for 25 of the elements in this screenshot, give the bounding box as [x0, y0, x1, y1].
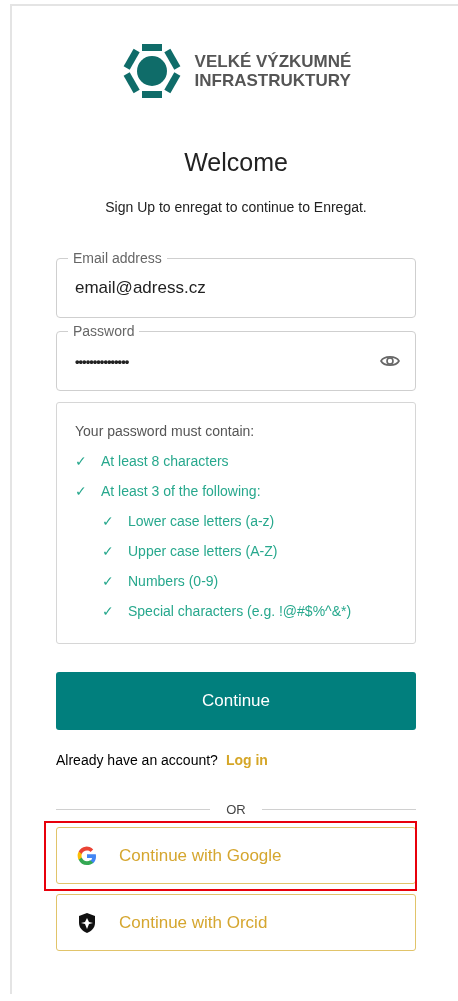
requirement-text: Lower case letters (a-z) — [128, 513, 275, 529]
requirement-text: At least 8 characters — [101, 453, 229, 469]
divider-label: OR — [226, 802, 246, 817]
requirement-text: Special characters (e.g. !@#$%^&*) — [128, 603, 352, 619]
google-icon — [77, 845, 97, 866]
check-mark: ✓ — [102, 603, 114, 619]
requirement-text: At least 3 of the following: — [101, 483, 261, 499]
page-title: Welcome — [183, 148, 289, 177]
check-mark: ✓ — [75, 483, 87, 499]
requirement-text: Upper case letters (A-Z) — [128, 543, 278, 559]
login-prompt: Already have an account? — [56, 752, 218, 768]
eye-icon[interactable] — [380, 354, 400, 368]
check-mark: ✓ — [75, 453, 87, 469]
requirements-heading: Your password must contain: — [75, 423, 256, 439]
logo-text: VELKÉ VÝZKUMNÉ — [194, 52, 352, 71]
requirement-text: Numbers (0-9) — [128, 573, 219, 589]
shield-icon — [77, 911, 97, 934]
logo-text: INFRASTRUKTURY — [194, 71, 352, 90]
check-mark: ✓ — [102, 513, 114, 529]
field-label: Email address — [68, 250, 167, 266]
field-label: Password — [68, 323, 140, 339]
check-mark: ✓ — [102, 543, 114, 559]
continue-button[interactable]: Continue — [56, 672, 416, 730]
subtitle: Sign Up to enregat to continue to Enregat. — [104, 199, 368, 215]
check-mark: ✓ — [102, 573, 114, 589]
